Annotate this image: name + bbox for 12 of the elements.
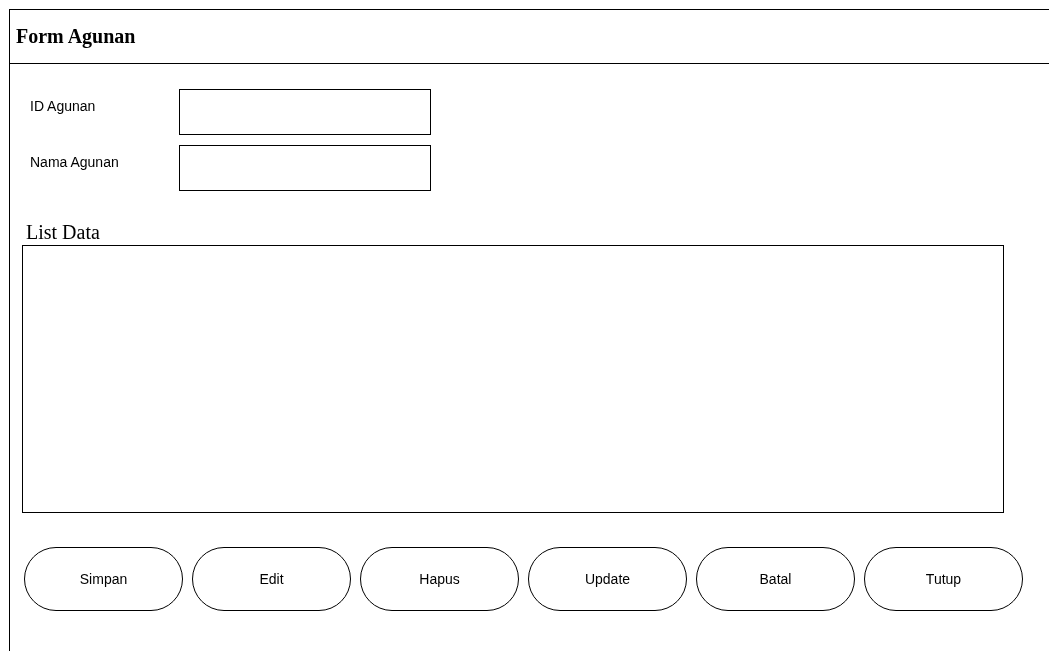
- input-field[interactable]: [179, 89, 431, 135]
- action-button[interactable]: Edit: [192, 547, 351, 611]
- list-title: List Data: [26, 220, 101, 244]
- action-button[interactable]: Tutup: [864, 547, 1023, 611]
- action-button[interactable]: Simpan: [24, 547, 183, 611]
- field-label: ID Agunan: [30, 97, 97, 114]
- action-button[interactable]: Batal: [696, 547, 855, 611]
- input-field[interactable]: [179, 145, 431, 191]
- window-title: Form Agunan: [16, 25, 136, 48]
- field-label: Nama Agunan: [30, 153, 120, 170]
- action-button[interactable]: Hapus: [360, 547, 519, 611]
- action-button[interactable]: Update: [528, 547, 687, 611]
